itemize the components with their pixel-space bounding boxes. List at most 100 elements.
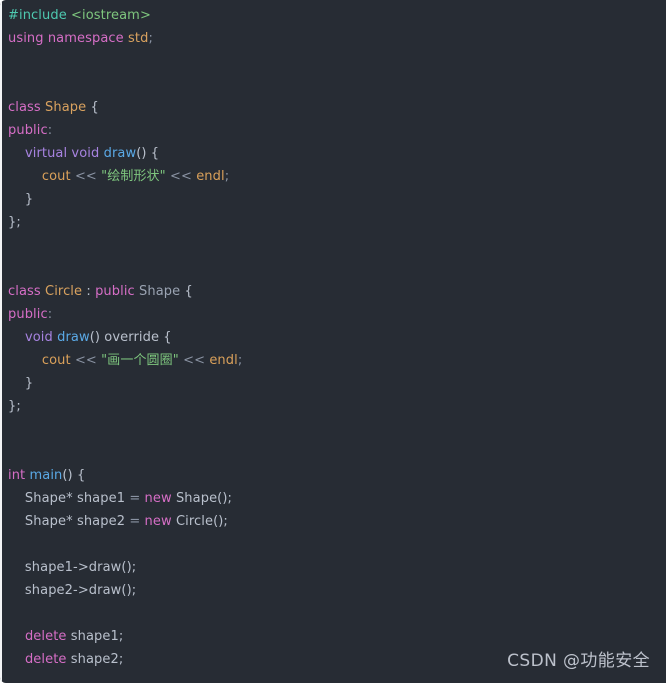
code-token: main	[29, 468, 63, 483]
code-token: delete	[24, 652, 67, 667]
code-token: new	[144, 491, 172, 506]
code-token: Shape* shape2	[8, 514, 130, 529]
code-token: ();	[213, 514, 228, 529]
code-token: =	[129, 491, 141, 506]
code-token: using namespace	[8, 31, 124, 46]
code-line: cout << "绘制形状" << endl;	[0, 165, 666, 188]
code-token: public	[8, 307, 48, 322]
code-token: };	[8, 399, 21, 414]
code-token: shape1;	[66, 629, 124, 644]
code-token: "绘制形状"	[101, 169, 166, 184]
code-token: () {	[62, 468, 86, 483]
code-token: :	[47, 123, 53, 138]
code-token: Shape* shape1	[8, 491, 130, 506]
code-token: class	[8, 100, 41, 115]
code-line: #include <iostream>	[0, 4, 666, 27]
code-token: =	[129, 514, 141, 529]
code-line: class Shape {	[0, 96, 666, 119]
code-token: override	[104, 330, 160, 345]
code-token: ()	[89, 330, 105, 345]
code-token: };	[8, 215, 21, 230]
code-line: using namespace std;	[0, 27, 666, 50]
code-token: virtual void	[24, 146, 100, 161]
code-line: Shape* shape2 = new Circle();	[0, 510, 666, 533]
code-token: draw	[103, 146, 137, 161]
code-lines-container: #include <iostream> using namespace std; …	[0, 4, 666, 683]
code-token: public	[95, 284, 135, 299]
code-line: public:	[0, 119, 666, 142]
code-token: }	[8, 376, 34, 391]
code-token: int	[8, 468, 26, 483]
code-block: #include <iostream> using namespace std; …	[0, 0, 666, 683]
code-token: shape1->draw();	[8, 560, 137, 575]
code-token: Shape	[45, 100, 87, 115]
code-line: shape1->draw();	[0, 556, 666, 579]
code-token: "画一个圆圈"	[101, 353, 179, 368]
code-line: cout << "画一个圆圈" << endl;	[0, 349, 666, 372]
code-token: ;	[148, 31, 153, 46]
code-line: public:	[0, 303, 666, 326]
code-token: public	[8, 123, 48, 138]
code-token: endl	[196, 169, 225, 184]
code-token: Circle	[45, 284, 83, 299]
code-token: cout	[41, 169, 71, 184]
code-line: class Circle : public Shape {	[0, 280, 666, 303]
code-token: draw	[57, 330, 90, 345]
code-token: #include	[8, 8, 67, 23]
code-token: ();	[217, 491, 232, 506]
code-token: :	[82, 284, 96, 299]
code-token: Shape	[139, 284, 181, 299]
code-token: Shape	[175, 491, 218, 506]
code-line: }	[0, 372, 666, 395]
code-line: };	[0, 395, 666, 418]
code-token: endl	[209, 353, 238, 368]
code-token: std	[128, 31, 149, 46]
code-token: {	[180, 284, 193, 299]
code-token: class	[8, 284, 41, 299]
code-line: virtual void draw() {	[0, 142, 666, 165]
code-line: void draw() override {	[0, 326, 666, 349]
code-line: int main() {	[0, 464, 666, 487]
code-token: <<	[169, 169, 192, 184]
code-token: <<	[74, 169, 97, 184]
code-line: shape2->draw();	[0, 579, 666, 602]
code-token: {	[86, 100, 99, 115]
code-line: delete shape1;	[0, 625, 666, 648]
code-token: {	[159, 330, 172, 345]
code-token: cout	[41, 353, 71, 368]
code-token: ;	[224, 169, 230, 184]
code-token: :	[47, 307, 53, 322]
code-token: delete	[24, 629, 67, 644]
code-token: <<	[74, 353, 97, 368]
code-token: shape2;	[66, 652, 124, 667]
code-line: delete shape2;	[0, 648, 666, 671]
code-token: shape2->draw();	[8, 583, 137, 598]
code-token: void	[24, 330, 53, 345]
code-token: new	[144, 514, 172, 529]
code-token: ;	[237, 353, 243, 368]
code-line: }	[0, 188, 666, 211]
code-token: <<	[183, 353, 206, 368]
code-token: }	[8, 192, 34, 207]
code-scroll-area[interactable]: #include <iostream> using namespace std; …	[0, 0, 666, 683]
code-line: };	[0, 211, 666, 234]
code-token: <iostream>	[71, 8, 151, 23]
code-token: Circle	[175, 514, 214, 529]
code-line: Shape* shape1 = new Shape();	[0, 487, 666, 510]
code-token: () {	[136, 146, 160, 161]
